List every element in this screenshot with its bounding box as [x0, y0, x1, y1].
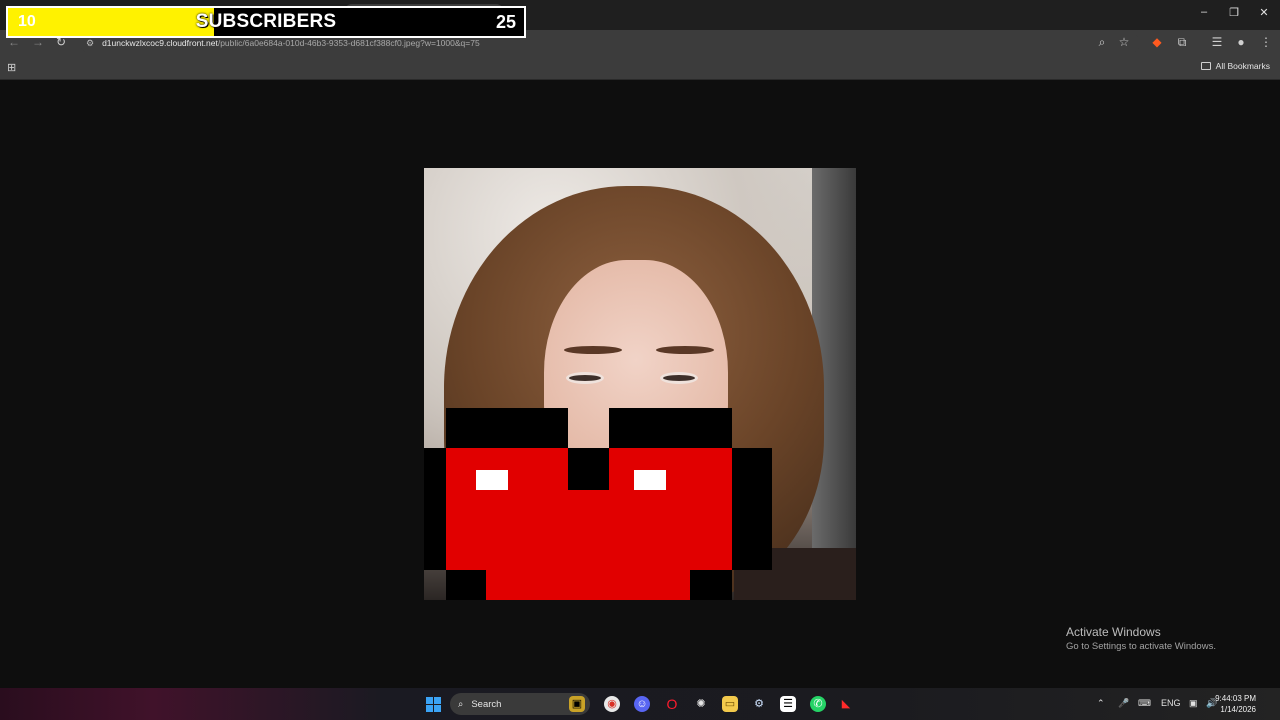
- url-host: d1unckwzlxcoc9.cloudfront.net: [102, 38, 218, 48]
- widget-icon[interactable]: ▣: [569, 696, 585, 712]
- keyboard-icon[interactable]: ⌨: [1138, 698, 1151, 709]
- whatsapp-icon[interactable]: ✆: [810, 696, 826, 712]
- extensions-puzzle-icon[interactable]: ⧉: [1174, 35, 1190, 50]
- censor-red-area: [609, 448, 732, 570]
- all-bookmarks-label: All Bookmarks: [1215, 61, 1270, 71]
- discord-icon[interactable]: ☺: [634, 696, 650, 712]
- censor-block: [446, 570, 486, 600]
- url-path: /public/6a0e684a-010d-46b3-9353-d681cf38…: [217, 38, 480, 48]
- profile-avatar-icon[interactable]: ●: [1233, 35, 1249, 49]
- menu-kebab-icon[interactable]: ⋮: [1258, 35, 1274, 49]
- app-icon[interactable]: ◣: [838, 696, 854, 712]
- tray-chevron-icon[interactable]: ⌃: [1097, 698, 1105, 709]
- opera-icon[interactable]: O: [664, 696, 680, 712]
- search-label: Search: [471, 698, 502, 710]
- clock-time: 9:44:03 PM: [1215, 694, 1256, 703]
- extension-icon[interactable]: ◆: [1149, 35, 1165, 49]
- tab-search-icon[interactable]: ☰: [1209, 35, 1225, 49]
- activate-windows-watermark: Activate Windows Go to Settings to activ…: [1066, 625, 1216, 652]
- network-icon[interactable]: ▣: [1189, 698, 1198, 709]
- app-icon[interactable]: ☰: [780, 696, 796, 712]
- microphone-icon[interactable]: 🎤: [1118, 698, 1129, 709]
- minimize-icon[interactable]: –: [1189, 6, 1219, 18]
- left-eye: [566, 372, 604, 384]
- steam-icon[interactable]: ⚙: [751, 696, 767, 712]
- chatgpt-icon[interactable]: ✺: [693, 696, 709, 712]
- displayed-image: [424, 168, 856, 600]
- censor-red-area: [568, 490, 609, 570]
- all-bookmarks-button[interactable]: All Bookmarks: [1200, 61, 1270, 71]
- censor-red-area: [486, 570, 690, 600]
- censor-block: [568, 448, 609, 490]
- search-icon: ⌕: [458, 698, 464, 710]
- watermark-subtitle: Go to Settings to activate Windows.: [1066, 641, 1216, 652]
- file-explorer-icon[interactable]: ▭: [722, 696, 738, 712]
- subscriber-label: SUBSCRIBERS: [195, 11, 337, 32]
- subscriber-goal: 25: [495, 12, 516, 32]
- page-viewport: Activate Windows Go to Settings to activ…: [0, 80, 1280, 688]
- censor-block: [690, 570, 732, 600]
- censor-eye-highlight: [476, 470, 508, 490]
- left-eyebrow: [564, 346, 622, 354]
- censor-red-area: [446, 448, 568, 570]
- censor-eye-highlight: [634, 470, 666, 490]
- language-indicator[interactable]: ENG: [1161, 698, 1181, 708]
- taskbar: ⌕ Search ▣ ◉ ☺ O ✺ ▭ ⚙ ☰ ✆ ◣ ⌃ 🎤 ⌨ ENG ▣…: [0, 688, 1280, 720]
- site-info-icon[interactable]: ⚙: [86, 38, 94, 49]
- zoom-icon[interactable]: ⌕: [1094, 35, 1110, 50]
- right-eye: [660, 372, 698, 384]
- clock-date: 1/14/2026: [1220, 705, 1256, 714]
- close-window-icon[interactable]: ✕: [1249, 6, 1279, 19]
- censor-block: [609, 408, 732, 448]
- bookmark-star-icon[interactable]: ☆: [1116, 35, 1132, 49]
- right-eyebrow: [656, 346, 714, 354]
- chrome-icon[interactable]: ◉: [604, 696, 620, 712]
- url-text: d1unckwzlxcoc9.cloudfront.net/public/6a0…: [102, 38, 480, 48]
- watermark-title: Activate Windows: [1066, 625, 1161, 639]
- start-windows-icon[interactable]: [426, 697, 441, 712]
- screen: ✕ 6a0e684a-010d-46b3-9353-d6 ✕ + – ❐ ✕ ←…: [0, 0, 1280, 720]
- censor-block: [424, 448, 446, 570]
- subscriber-goal-banner: 10 SUBSCRIBERS 25: [6, 6, 526, 38]
- bookmarks-bar: ⊞ All Bookmarks: [0, 56, 1280, 80]
- apps-grid-icon[interactable]: ⊞: [7, 61, 16, 74]
- taskbar-clock[interactable]: 9:44:03 PM 1/14/2026: [1215, 693, 1256, 715]
- folder-icon: [1200, 62, 1211, 70]
- restore-icon[interactable]: ❐: [1219, 6, 1249, 19]
- censor-block: [732, 448, 772, 570]
- censor-block: [446, 408, 568, 448]
